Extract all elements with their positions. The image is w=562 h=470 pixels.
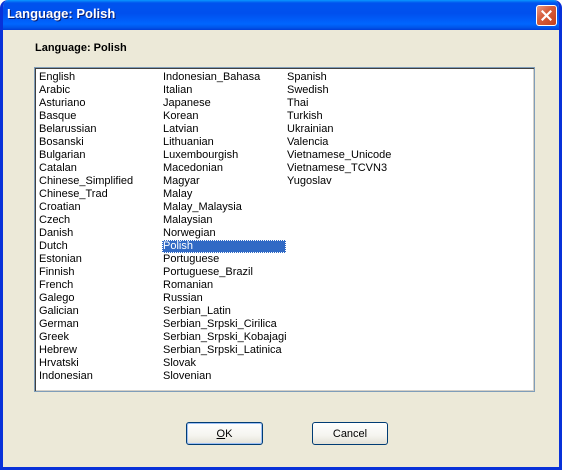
- list-item[interactable]: Croatian: [38, 201, 162, 214]
- list-item[interactable]: Malay: [162, 188, 286, 201]
- list-item[interactable]: English: [38, 71, 162, 84]
- list-item[interactable]: Yugoslav: [286, 175, 410, 188]
- list-item[interactable]: German: [38, 318, 162, 331]
- list-item[interactable]: Norwegian: [162, 227, 286, 240]
- list-item[interactable]: Belarussian: [38, 123, 162, 136]
- list-item[interactable]: Bulgarian: [38, 149, 162, 162]
- list-item[interactable]: Valencia: [286, 136, 410, 149]
- list-item[interactable]: Indonesian: [38, 370, 162, 383]
- list-item[interactable]: Asturiano: [38, 97, 162, 110]
- language-heading: Language: Polish: [35, 42, 127, 54]
- list-item[interactable]: Bosanski: [38, 136, 162, 149]
- list-item[interactable]: Slovenian: [162, 370, 286, 383]
- list-item[interactable]: Latvian: [162, 123, 286, 136]
- ok-button[interactable]: OK: [186, 422, 263, 445]
- list-item[interactable]: Italian: [162, 84, 286, 97]
- list-item[interactable]: Ukrainian: [286, 123, 410, 136]
- list-item[interactable]: Basque: [38, 110, 162, 123]
- list-item[interactable]: Galician: [38, 305, 162, 318]
- list-item[interactable]: Estonian: [38, 253, 162, 266]
- list-item[interactable]: Portuguese_Brazil: [162, 266, 286, 279]
- list-item[interactable]: Greek: [38, 331, 162, 344]
- list-item[interactable]: Thai: [286, 97, 410, 110]
- list-item[interactable]: Serbian_Latin: [162, 305, 286, 318]
- list-item[interactable]: Arabic: [38, 84, 162, 97]
- list-item[interactable]: Korean: [162, 110, 286, 123]
- list-item[interactable]: Portuguese: [162, 253, 286, 266]
- list-item[interactable]: French: [38, 279, 162, 292]
- list-item[interactable]: Catalan: [38, 162, 162, 175]
- list-item[interactable]: Serbian_Srpski_Cirilica: [162, 318, 286, 331]
- list-item[interactable]: Serbian_Srpski_Kobajagi: [162, 331, 287, 344]
- title-bar[interactable]: Language: Polish: [3, 0, 559, 30]
- list-item[interactable]: Vietnamese_Unicode: [286, 149, 410, 162]
- list-item[interactable]: Hebrew: [38, 344, 162, 357]
- list-item[interactable]: Hrvatski: [38, 357, 162, 370]
- list-item[interactable]: Czech: [38, 214, 162, 227]
- list-item-selected[interactable]: Polish: [162, 240, 286, 253]
- list-item[interactable]: Vietnamese_TCVN3: [286, 162, 410, 175]
- close-icon: [541, 10, 552, 21]
- list-item[interactable]: Romanian: [162, 279, 286, 292]
- window-title: Language: Polish: [7, 6, 116, 21]
- list-item[interactable]: Finnish: [38, 266, 162, 279]
- list-item[interactable]: Galego: [38, 292, 162, 305]
- language-list[interactable]: English Arabic Asturiano Basque Belarussian B…: [34, 67, 535, 392]
- list-item[interactable]: Magyar: [162, 175, 286, 188]
- list-item[interactable]: Dutch: [38, 240, 162, 253]
- list-item[interactable]: Chinese_Trad: [38, 188, 162, 201]
- cancel-button[interactable]: Cancel: [312, 422, 388, 445]
- list-item[interactable]: Russian: [162, 292, 286, 305]
- ok-mnemonic: O: [216, 427, 226, 440]
- list-item[interactable]: Indonesian_Bahasa: [162, 71, 286, 84]
- close-button[interactable]: [536, 5, 557, 26]
- list-item[interactable]: Malay_Malaysia: [162, 201, 286, 214]
- list-item[interactable]: Slovak: [162, 357, 286, 370]
- list-item[interactable]: Malaysian: [162, 214, 286, 227]
- list-item[interactable]: Serbian_Srpski_Latinica: [162, 344, 286, 357]
- list-item[interactable]: Spanish: [286, 71, 410, 84]
- list-item[interactable]: Swedish: [286, 84, 410, 97]
- list-item[interactable]: Luxembourgish: [162, 149, 286, 162]
- list-item[interactable]: Japanese: [162, 97, 286, 110]
- ok-label-rest: K: [225, 427, 233, 440]
- list-item[interactable]: Macedonian: [162, 162, 286, 175]
- list-item[interactable]: Danish: [38, 227, 162, 240]
- list-item[interactable]: Chinese_Simplified: [38, 175, 162, 188]
- list-item[interactable]: Turkish: [286, 110, 410, 123]
- list-item[interactable]: Lithuanian: [162, 136, 286, 149]
- language-dialog: Language: Polish Language: Polish Englis…: [0, 0, 562, 470]
